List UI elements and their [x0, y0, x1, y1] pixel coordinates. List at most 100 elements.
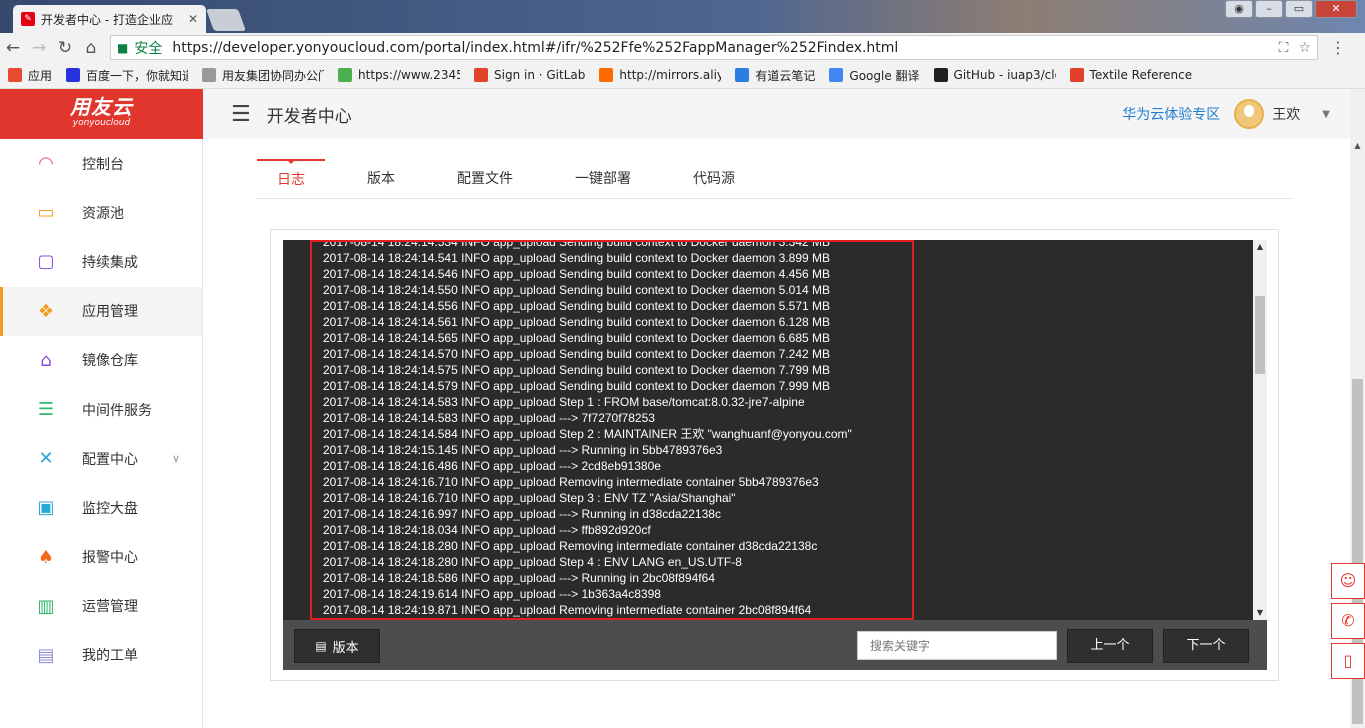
bookmark-item[interactable]: https://www.2345.c	[338, 68, 460, 82]
bookmark-item[interactable]: 有道云笔记	[735, 67, 815, 84]
browser-menu-icon[interactable]: ⋮	[1330, 38, 1346, 57]
scroll-down-arrow-icon[interactable]: ▼	[1253, 606, 1267, 620]
expand-chevron-icon[interactable]: ∨	[172, 452, 180, 465]
sidebar-item[interactable]: ▤ 我的工单	[0, 631, 202, 680]
new-tab-button[interactable]	[205, 9, 247, 31]
close-window-button[interactable]: ✕	[1315, 0, 1357, 18]
tab-item[interactable]: 日志	[257, 159, 325, 199]
sidebar-item-label: 控制台	[82, 156, 124, 173]
header-user-area: 华为云体验专区 王欢 ▼	[1122, 89, 1330, 139]
bookmark-item[interactable]: http://mirrors.aliyun	[599, 68, 721, 82]
bookmark-item[interactable]: 应用	[8, 67, 52, 84]
scroll-up-arrow-icon[interactable]: ▲	[1253, 240, 1267, 254]
apps-grid-icon	[8, 68, 22, 82]
mobile-device-icon[interactable]: ▯	[1331, 643, 1365, 679]
sidebar-item-label: 镜像仓库	[82, 353, 138, 370]
log-line: 2017-08-14 18:24:14.565 INFO app_upload …	[323, 331, 831, 345]
avatar[interactable]	[1234, 99, 1265, 129]
sidebar-item[interactable]: ▣ 监控大盘	[0, 483, 202, 532]
bookmark-label: 百度一下，你就知道	[86, 68, 189, 83]
sidebar-item[interactable]: ✕ 配置中心 ∨	[0, 434, 202, 483]
yonyoucloud-logo[interactable]: 用友云 yonyoucloud	[0, 89, 203, 139]
log-line: 2017-08-14 18:24:14.541 INFO app_upload …	[323, 251, 831, 265]
alarm-bell-icon: ♠	[37, 546, 55, 568]
sidebar-item[interactable]: ▢ 持续集成	[0, 237, 202, 286]
sidebar-item[interactable]: ▥ 运营管理	[0, 582, 202, 631]
logo-subtext: yonyoucloud	[72, 118, 131, 128]
sidebar-item[interactable]: ⌂ 镜像仓库	[0, 336, 202, 385]
bookmark-label: 应用	[28, 68, 53, 83]
sidebar-item[interactable]: ◠ 控制台	[0, 139, 202, 188]
monitor-screen-icon: ▣	[37, 497, 55, 519]
version-button[interactable]: ▤ 版本	[294, 629, 380, 663]
bookmark-item[interactable]: GitHub - iuap3/clou	[933, 68, 1056, 82]
browser-tab-active[interactable]: ✎ 开发者中心 - 打造企业应 ✕	[13, 5, 206, 33]
robot-assistant-icon[interactable]: ☺	[1331, 563, 1365, 599]
tab-item[interactable]: 配置文件	[437, 159, 533, 199]
sidebar-item-label: 配置中心	[82, 451, 138, 468]
bookmark-star-icon[interactable]: ☆	[1298, 40, 1311, 56]
log-line: 2017-08-14 18:24:15.145 INFO app_upload …	[323, 443, 723, 457]
bookmark-item[interactable]: 百度一下，你就知道	[66, 67, 188, 84]
2345-icon	[338, 68, 353, 82]
log-scrollbar[interactable]: ▲ ▼	[1253, 240, 1267, 620]
page-scroll-up-icon[interactable]: ▲	[1350, 141, 1365, 150]
back-arrow-icon[interactable]: ←	[0, 38, 26, 58]
operations-chart-icon: ▥	[37, 595, 55, 617]
log-line: 2017-08-14 18:24:18.280 INFO app_upload …	[323, 555, 742, 569]
address-bar[interactable]: ■ 安全 https://developer.yonyoucloud.com/p…	[110, 35, 1318, 60]
log-search-input[interactable]	[857, 631, 1057, 660]
huawei-cloud-link[interactable]: 华为云体验专区	[1122, 104, 1220, 124]
warehouse-icon: ⌂	[40, 349, 52, 371]
hamburger-menu-icon[interactable]: ☰	[231, 102, 251, 127]
bookmark-label: Textile Reference M	[1089, 68, 1192, 82]
app-cubes-icon: ❖	[37, 300, 55, 322]
url-text[interactable]: https://developer.yonyoucloud.com/portal…	[172, 40, 1268, 56]
sidebar-item[interactable]: ♠ 报警中心	[0, 533, 202, 582]
browser-titlebar: ✎ 开发者中心 - 打造企业应 ✕ ◉ – ▭ ✕	[0, 0, 1365, 33]
bookmark-item[interactable]: Google 翻译	[829, 67, 920, 84]
log-line: 2017-08-14 18:24:14.550 INFO app_upload …	[323, 283, 831, 297]
bookmarks-bar: 应用 百度一下，你就知道 用友集团协同办公门户 https://www.2345.c S…	[0, 62, 1365, 89]
minimize-button[interactable]: –	[1255, 0, 1283, 18]
log-line: 2017-08-14 18:24:18.280 INFO app_upload …	[323, 539, 818, 553]
phone-call-icon[interactable]: ✆	[1331, 603, 1365, 639]
bookmark-label: 有道云笔记	[755, 68, 816, 83]
translate-icon[interactable]: ⛶	[1279, 40, 1289, 56]
log-viewer[interactable]: 2017-08-14 18:24:14.534 INFO app_upload …	[283, 240, 1267, 620]
tab-item[interactable]: 代码源	[673, 159, 755, 199]
tools-wrench-icon: ✕	[38, 448, 54, 470]
next-match-button[interactable]: 下一个	[1163, 629, 1249, 663]
log-line: 2017-08-14 18:24:18.034 INFO app_upload …	[323, 523, 651, 537]
sidebar-item[interactable]: ☰ 中间件服务	[0, 385, 202, 434]
log-scrollbar-thumb[interactable]	[1255, 296, 1265, 374]
sidebar-item[interactable]: ❖ 应用管理	[0, 286, 202, 336]
tab-close-icon[interactable]: ✕	[188, 12, 198, 26]
bookmark-label: Sign in · GitLab	[494, 68, 586, 82]
maximize-button[interactable]: ▭	[1285, 0, 1313, 18]
log-line: 2017-08-14 18:24:16.710 INFO app_upload …	[323, 475, 819, 489]
bookmark-item[interactable]: Sign in · GitLab	[474, 68, 585, 82]
user-menu-caret-icon[interactable]: ▼	[1322, 109, 1330, 120]
forward-arrow-icon[interactable]: →	[26, 38, 52, 58]
log-line: 2017-08-14 18:24:14.575 INFO app_upload …	[323, 363, 831, 377]
bookmark-label: GitHub - iuap3/clou	[953, 68, 1056, 82]
reload-icon[interactable]: ↻	[52, 38, 78, 58]
aliyun-icon	[599, 68, 614, 82]
user-name[interactable]: 王欢	[1272, 104, 1300, 124]
tab-item[interactable]: 一键部署	[555, 159, 651, 199]
tab-item[interactable]: 版本	[347, 159, 415, 199]
bookmark-item[interactable]: 用友集团协同办公门户	[202, 67, 324, 84]
home-icon[interactable]: ⌂	[78, 38, 104, 58]
sidebar-item-label: 监控大盘	[82, 500, 138, 517]
sidebar-item-label: 资源池	[82, 205, 124, 222]
previous-match-button[interactable]: 上一个	[1067, 629, 1153, 663]
user-profile-icon[interactable]: ◉	[1225, 0, 1253, 18]
log-line: 2017-08-14 18:24:18.586 INFO app_upload …	[323, 571, 715, 585]
sidebar-item[interactable]: ▭ 资源池	[0, 188, 202, 237]
bookmark-item[interactable]: Textile Reference M	[1069, 68, 1192, 82]
log-line: 2017-08-14 18:24:14.534 INFO app_upload …	[323, 240, 831, 249]
tab-title: 开发者中心 - 打造企业应	[41, 12, 173, 27]
baidu-paw-icon	[66, 68, 81, 82]
log-footer-bar: ▤ 版本 上一个 下一个	[283, 620, 1267, 670]
